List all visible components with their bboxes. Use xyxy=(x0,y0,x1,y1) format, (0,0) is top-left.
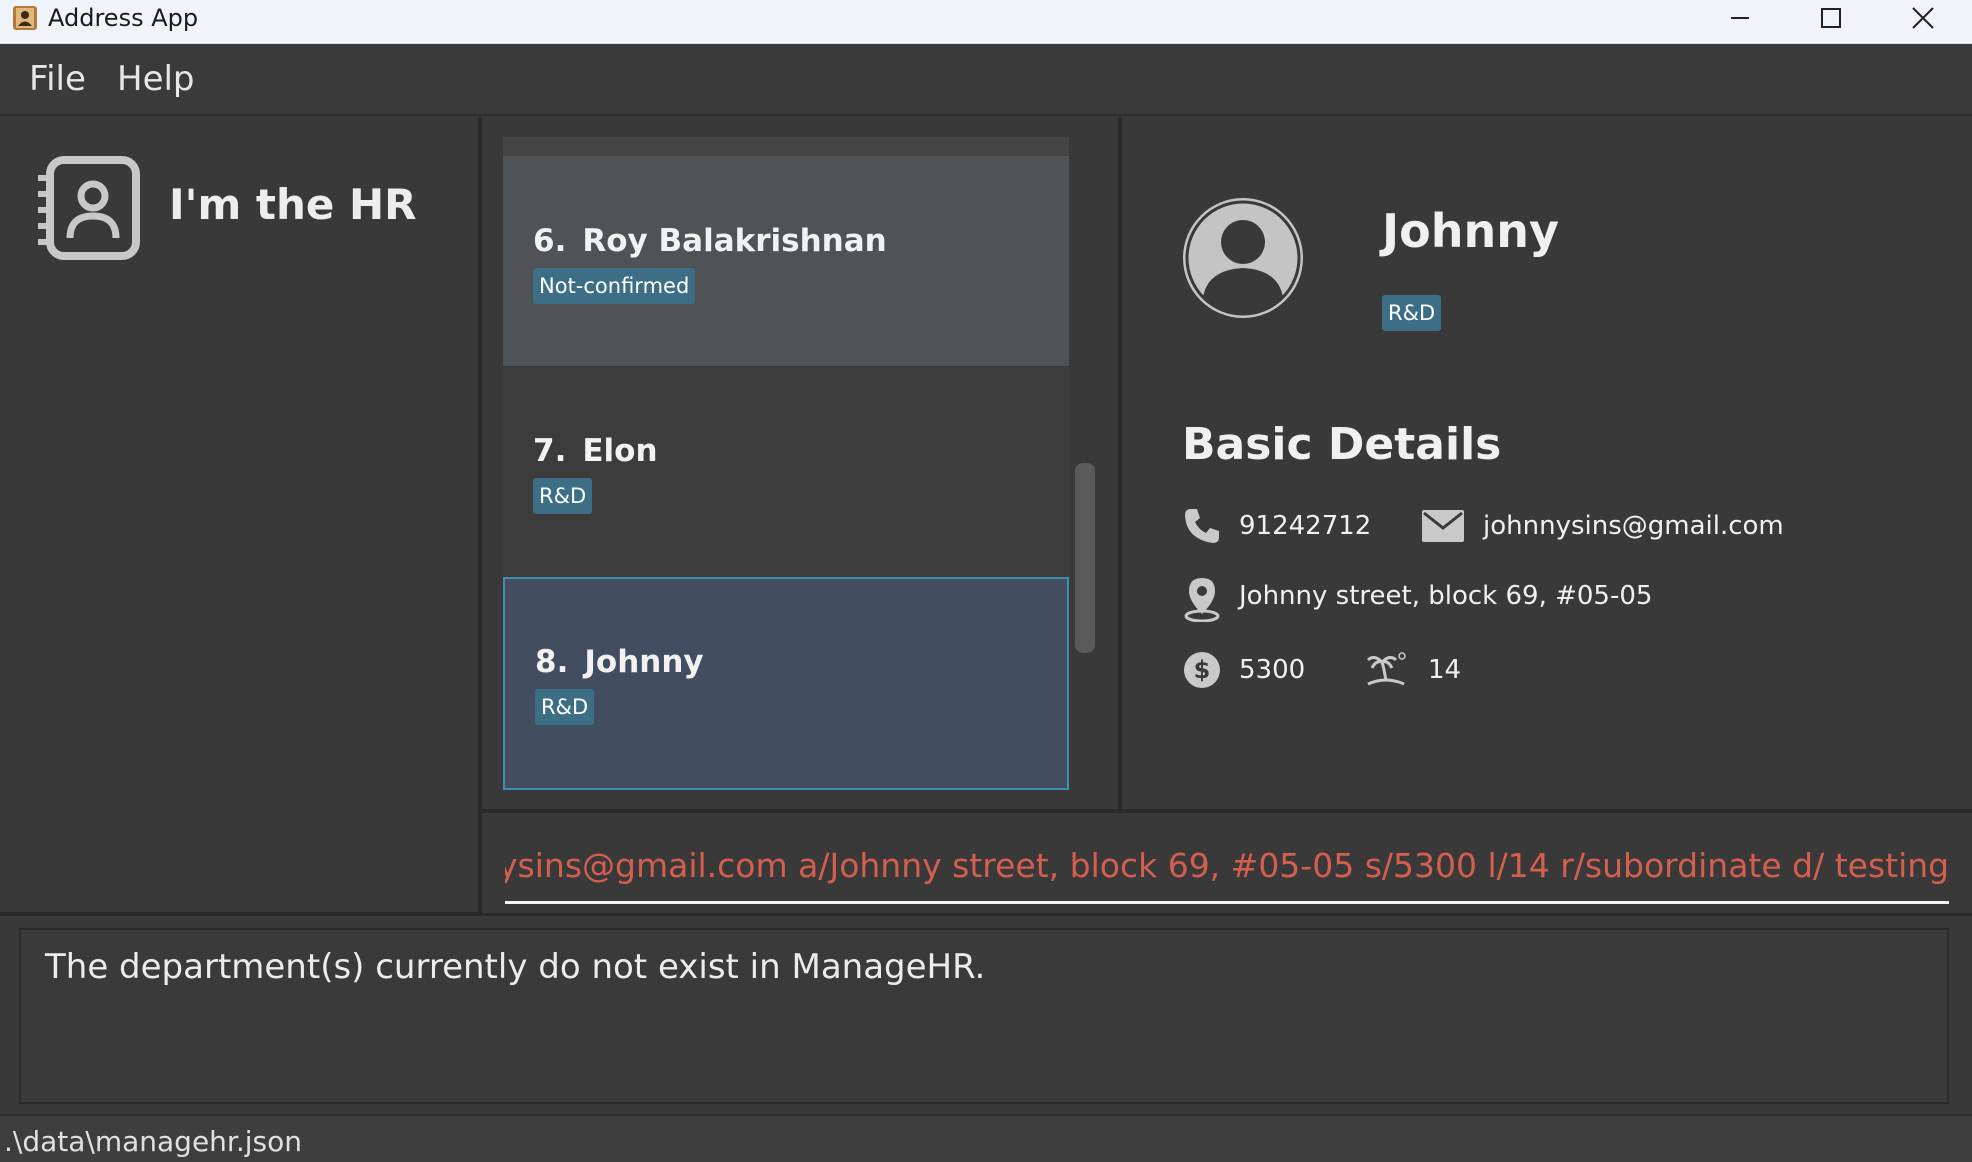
address-book-icon xyxy=(38,156,140,260)
status-bar: .\data\managehr.json xyxy=(0,1114,1972,1162)
detail-tag-badge: R&D xyxy=(1382,295,1442,331)
tag-badge: R&D xyxy=(535,689,595,725)
phone-icon xyxy=(1185,509,1219,543)
result-display: The department(s) currently do not exist… xyxy=(19,928,1949,1104)
section-title: Basic Details xyxy=(1182,419,1502,470)
brand-name: I'm the HR xyxy=(169,180,417,229)
svg-text:$: $ xyxy=(1194,656,1211,684)
data-file-path: .\data\managehr.json xyxy=(4,1125,303,1158)
minimize-icon xyxy=(1731,17,1749,19)
employee-name: 7. Elon xyxy=(533,433,658,469)
tag-badge: Not-confirmed xyxy=(533,268,696,304)
menu-help[interactable]: Help xyxy=(117,59,195,99)
list-item-selected[interactable]: 8. Johnny R&D xyxy=(503,577,1069,790)
address-value: Johnny street, block 69, #05-05 xyxy=(1239,581,1653,611)
menu-file[interactable]: File xyxy=(29,59,86,99)
dollar-icon: $ xyxy=(1184,652,1220,688)
list-scrollbar-thumb[interactable] xyxy=(1075,463,1095,653)
command-input[interactable]: 2 e/johnnysins@gmail.com a/Johnny street… xyxy=(505,834,1949,904)
email-icon xyxy=(1422,510,1464,542)
employee-name: 6. Roy Balakrishnan xyxy=(533,223,887,259)
employee-name: 8. Johnny xyxy=(535,644,704,680)
beach-icon xyxy=(1366,652,1406,686)
email-value: johnnysins@gmail.com xyxy=(1483,511,1784,541)
phone-value: 91242712 xyxy=(1239,511,1372,541)
maximize-icon xyxy=(1821,8,1841,28)
result-message: The department(s) currently do not exist… xyxy=(45,947,986,987)
close-button[interactable] xyxy=(1880,0,1966,36)
location-icon xyxy=(1184,578,1220,622)
maximize-button[interactable] xyxy=(1788,0,1874,36)
list-item[interactable]: 6. Roy Balakrishnan Not-confirmed xyxy=(503,156,1069,366)
minimize-button[interactable] xyxy=(1697,0,1783,36)
tag-badge: R&D xyxy=(533,478,593,514)
list-item[interactable]: 7. Elon R&D xyxy=(503,366,1069,576)
salary-value: 5300 xyxy=(1239,655,1306,685)
title-bar: Address App xyxy=(0,0,1972,44)
avatar-icon xyxy=(1183,198,1303,318)
leave-value: 14 xyxy=(1428,655,1462,685)
menu-bar: File Help xyxy=(0,45,1972,116)
list-top-edge xyxy=(503,137,1069,157)
close-icon xyxy=(1912,7,1934,29)
app-icon xyxy=(13,6,37,30)
detail-name: Johnny xyxy=(1382,204,1559,258)
window-title: Address App xyxy=(48,4,199,32)
